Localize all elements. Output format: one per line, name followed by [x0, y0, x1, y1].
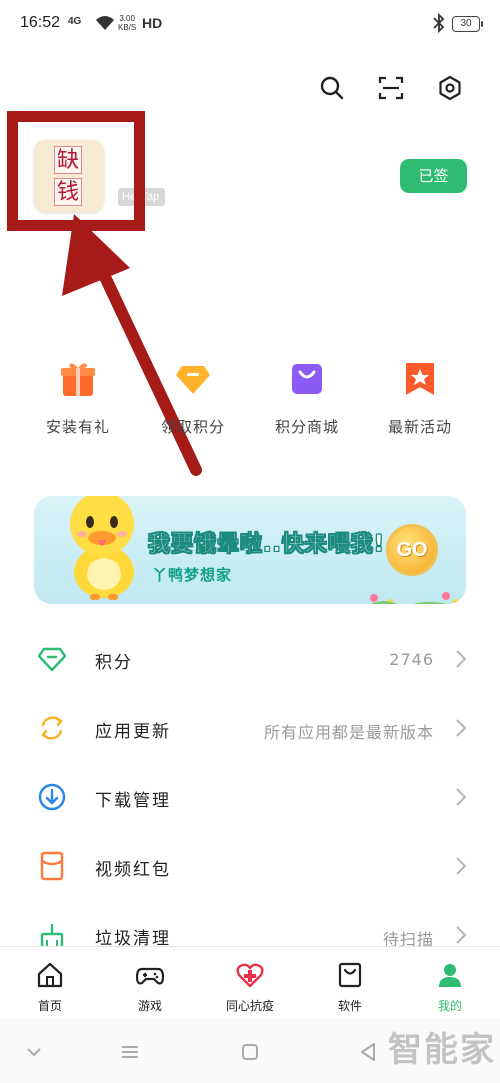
wifi-icon [96, 16, 114, 30]
chevron-right-icon [456, 719, 467, 737]
battery-indicator: 30 [452, 16, 483, 32]
home-icon [37, 962, 63, 988]
watermark: 智能家 [388, 1030, 496, 1070]
menu-row-app-update[interactable]: 应用更新 所有应用都是最新版本 [0, 703, 500, 753]
nav-tab-home[interactable]: 首页 [0, 947, 100, 1019]
chevron-right-icon [456, 650, 467, 668]
annotation-highlight-box [7, 111, 145, 231]
quick-action-label: 最新活动 [387, 418, 452, 436]
chevron-down-icon[interactable] [22, 1040, 46, 1064]
menu-row-value: 所有应用都是最新版本 [263, 723, 434, 742]
duck-mascot-image [70, 496, 134, 600]
scan-icon [378, 76, 404, 100]
hd-indicator: HD [142, 15, 163, 31]
banner-title: 我要饿晕啦..快来喂我! [148, 532, 385, 558]
red-envelope-icon [36, 850, 68, 882]
nav-tab-label: 软件 [337, 999, 362, 1013]
home-square-icon[interactable] [238, 1040, 262, 1064]
heart-cross-icon [236, 963, 264, 988]
scan-button[interactable] [375, 72, 407, 104]
menu-row-value: 2746 [389, 650, 434, 669]
diamond-outline-icon [36, 643, 68, 675]
search-icon [320, 76, 344, 100]
back-icon[interactable] [356, 1040, 380, 1064]
quick-action-label: 积分商城 [274, 418, 339, 436]
quick-action-label: 安装有礼 [45, 418, 110, 436]
status-bar: 16:52 4G 3.00 KB/S HD 30 [0, 0, 500, 50]
quick-action-points-mall[interactable]: 积分商城 [257, 360, 357, 437]
network-speed: 3.00 KB/S [118, 14, 136, 32]
menu-row-download-manager[interactable]: 下载管理 [0, 772, 500, 822]
menu-row-label: 视频红包 [95, 860, 171, 880]
status-time: 16:52 [20, 14, 61, 31]
promo-banner[interactable]: 我要饿晕啦..快来喂我! 丫鸭梦想家 GO [34, 496, 466, 604]
app-bag-icon [338, 962, 362, 988]
bottom-nav: 首页 游戏 同心抗疫 软件 我的 [0, 946, 500, 1018]
quick-action-claim-points[interactable]: 领取积分 [143, 360, 243, 437]
gamepad-icon [135, 967, 165, 985]
quick-action-install-gift[interactable]: 安装有礼 [28, 360, 128, 437]
banner-subtitle: 丫鸭梦想家 [152, 566, 233, 584]
gift-icon [61, 363, 95, 396]
menu-row-points[interactable]: 积分 2746 [0, 634, 500, 684]
refresh-icon [36, 712, 68, 744]
quick-action-label: 领取积分 [160, 418, 225, 436]
nav-tab-software[interactable]: 软件 [300, 947, 400, 1019]
signed-in-button[interactable]: 已签 [400, 159, 467, 193]
search-button[interactable] [316, 72, 348, 104]
nav-tab-label: 我的 [437, 999, 462, 1013]
nav-tab-label: 首页 [37, 999, 62, 1013]
network-indicator: 4G [68, 16, 82, 27]
flowers-decoration [370, 592, 459, 604]
chevron-right-icon [456, 857, 467, 875]
menu-row-label: 积分 [95, 653, 133, 673]
nav-tab-epidemic[interactable]: 同心抗疫 [200, 947, 300, 1019]
speed-unit: KB/S [118, 23, 137, 32]
bluetooth-icon [433, 13, 445, 33]
download-icon [36, 781, 68, 813]
star-ribbon-icon [406, 363, 434, 395]
settings-button[interactable] [434, 72, 466, 104]
nav-tab-label: 同心抗疫 [225, 999, 274, 1013]
quick-action-latest-events[interactable]: 最新活动 [370, 360, 470, 437]
chevron-right-icon [456, 926, 467, 944]
user-icon [439, 964, 461, 987]
menu-icon[interactable] [118, 1040, 142, 1064]
chevron-right-icon [456, 788, 467, 806]
speed-value: 3.00 [119, 14, 135, 23]
nav-tab-label: 游戏 [137, 999, 162, 1013]
nav-tab-games[interactable]: 游戏 [100, 947, 200, 1019]
gear-icon [439, 75, 461, 101]
nav-tab-mine[interactable]: 我的 [400, 947, 500, 1019]
menu-row-label: 应用更新 [95, 722, 171, 742]
menu-row-label: 下载管理 [95, 791, 171, 811]
menu-row-video-red-envelope[interactable]: 视频红包 [0, 841, 500, 891]
diamond-icon [176, 366, 210, 394]
shopping-bag-icon [292, 364, 322, 394]
